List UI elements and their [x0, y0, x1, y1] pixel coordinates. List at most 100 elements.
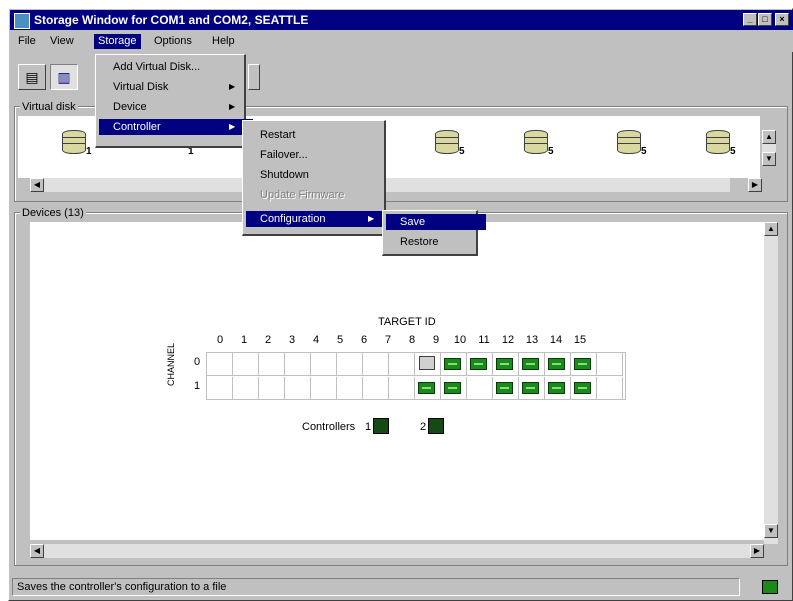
scroll-up-icon[interactable]: ▲ — [764, 222, 778, 236]
target-slot[interactable] — [571, 377, 597, 400]
menu-item-save[interactable]: Save — [386, 214, 486, 230]
database-cylinder-icon — [435, 130, 459, 154]
target-id-number: 1 — [240, 334, 248, 346]
menu-options[interactable]: Options — [150, 34, 196, 49]
menu-item-update-firmware: Update Firmware — [246, 187, 394, 203]
virtual-disk[interactable]: 5 — [617, 130, 647, 160]
menu-item-shutdown[interactable]: Shutdown — [246, 167, 394, 183]
grid-view-button[interactable]: ▥ — [50, 64, 78, 90]
hard-drive-chip-icon — [444, 358, 461, 370]
menu-item-restore[interactable]: Restore — [386, 234, 486, 250]
scroll-up-icon[interactable]: ▲ — [762, 130, 776, 144]
configuration-menu: Save Restore — [382, 210, 486, 256]
target-id-number: 13 — [525, 334, 539, 346]
target-slot[interactable] — [415, 377, 441, 400]
menu-item-restart[interactable]: Restart — [246, 127, 394, 143]
scroll-down-icon[interactable]: ▼ — [762, 152, 776, 166]
menu-item-virtual-disk[interactable]: Virtual Disk ▶ — [99, 79, 253, 95]
target-id-number: 0 — [216, 334, 224, 346]
status-bar: Saves the controller's configuration to … — [10, 576, 793, 598]
app-icon — [14, 13, 30, 29]
menu-item-label: Controller — [113, 121, 161, 133]
scroll-right-icon[interactable]: ▶ — [748, 178, 762, 192]
maximize-button[interactable]: □ — [758, 13, 772, 26]
storage-icon-button[interactable]: ▤ — [18, 64, 46, 90]
hard-drive-chip-icon — [548, 382, 565, 394]
controllers-label: Controllers — [302, 421, 356, 433]
scroll-left-icon[interactable]: ◀ — [30, 178, 44, 192]
target-id-number: 7 — [384, 334, 392, 346]
target-slot[interactable] — [545, 377, 571, 400]
target-slot — [311, 377, 337, 400]
menu-item-label: Shutdown — [260, 169, 309, 181]
target-slot[interactable] — [467, 353, 493, 376]
hard-drive-chip-icon — [522, 358, 539, 370]
menu-item-add-virtual-disk[interactable]: Add Virtual Disk... — [99, 59, 253, 75]
target-slot[interactable] — [415, 353, 441, 376]
devices-vscroll[interactable]: ▲ ▼ — [764, 222, 778, 544]
row-label: 0 — [194, 356, 201, 368]
menu-file[interactable]: File — [14, 34, 40, 49]
target-id-label: TARGET ID — [378, 316, 436, 328]
virtual-disk[interactable]: 5 — [524, 130, 554, 160]
target-id-number: 3 — [288, 334, 296, 346]
target-id-number: 15 — [573, 334, 587, 346]
target-id-number: 8 — [408, 334, 416, 346]
hard-drive-chip-icon — [418, 382, 435, 394]
scroll-right-icon[interactable]: ▶ — [750, 544, 764, 558]
hard-drive-chip-icon — [574, 382, 591, 394]
target-id-number: 4 — [312, 334, 320, 346]
menu-item-label: Device — [113, 101, 147, 113]
menu-help[interactable]: Help — [208, 34, 239, 49]
virtual-disk[interactable]: 5 — [706, 130, 736, 160]
chevron-right-icon: ▶ — [368, 214, 375, 223]
target-id-number: 10 — [453, 334, 467, 346]
menu-item-label: Virtual Disk — [113, 81, 169, 93]
menu-item-label: Restart — [260, 129, 296, 141]
menu-item-configuration[interactable]: Configuration ▶ — [246, 211, 394, 227]
virtual-disk[interactable]: 1 — [62, 130, 92, 160]
menu-item-device[interactable]: Device ▶ — [99, 99, 253, 115]
controller-board-icon[interactable] — [428, 418, 444, 434]
database-cylinder-icon — [706, 130, 730, 154]
target-slot — [311, 353, 337, 376]
scroll-left-icon[interactable]: ◀ — [30, 544, 44, 558]
target-slot — [337, 353, 363, 376]
target-slot[interactable] — [441, 353, 467, 376]
target-slot[interactable] — [441, 377, 467, 400]
status-text: Saves the controller's configuration to … — [17, 581, 227, 593]
title-bar[interactable]: Storage Window for COM1 and COM2, SEATTL… — [10, 10, 793, 30]
target-slot[interactable] — [519, 377, 545, 400]
target-slot[interactable] — [493, 353, 519, 376]
devices-hscroll[interactable]: ◀ ▶ — [30, 544, 764, 558]
menu-storage[interactable]: Storage — [94, 34, 141, 49]
target-slot[interactable] — [493, 377, 519, 400]
target-slot[interactable] — [519, 353, 545, 376]
target-id-number: 12 — [501, 334, 515, 346]
menu-item-label: Failover... — [260, 149, 308, 161]
target-id-number: 14 — [549, 334, 563, 346]
virtual-disk-number: 5 — [641, 146, 647, 157]
virtual-disk-vscroll[interactable]: ▲ ▼ — [762, 130, 776, 166]
virtual-disk-label: Virtual disk — [20, 101, 78, 113]
target-slot — [363, 377, 389, 400]
controller-board-icon[interactable] — [373, 418, 389, 434]
minimize-button[interactable]: _ — [743, 13, 757, 26]
menu-item-controller[interactable]: Controller ▶ — [99, 119, 253, 135]
virtual-disk-number: 1 — [86, 146, 92, 157]
menu-view[interactable]: View — [46, 34, 78, 49]
target-slot — [259, 377, 285, 400]
menu-item-failover[interactable]: Failover... — [246, 147, 394, 163]
target-id-number: 2 — [264, 334, 272, 346]
controller-device-icon — [419, 356, 435, 370]
devices-label: Devices (13) — [20, 207, 86, 219]
close-button[interactable]: × — [775, 13, 789, 26]
target-slot[interactable] — [571, 353, 597, 376]
hard-drive-chip-icon — [444, 382, 461, 394]
virtual-disk-number: 5 — [459, 146, 465, 157]
target-slot — [285, 377, 311, 400]
scroll-down-icon[interactable]: ▼ — [764, 524, 778, 538]
target-slot — [259, 353, 285, 376]
virtual-disk[interactable]: 5 — [435, 130, 465, 160]
target-slot[interactable] — [545, 353, 571, 376]
